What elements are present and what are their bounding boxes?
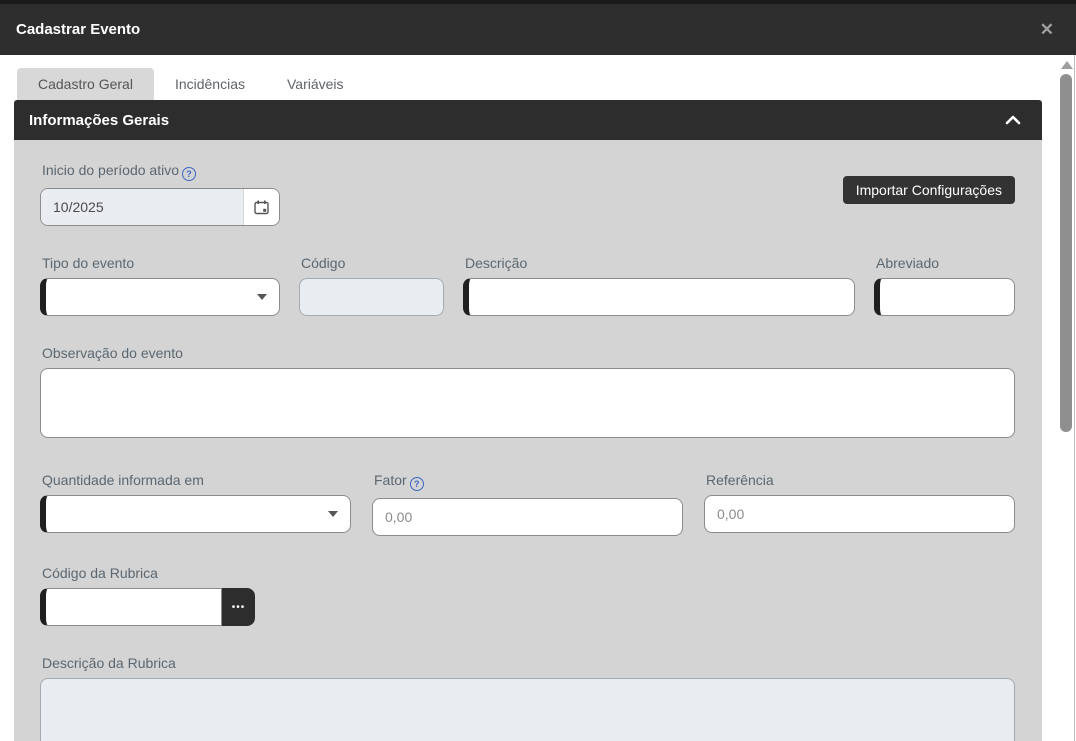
codigo-rubrica-field: Código da Rubrica ••• <box>40 565 255 626</box>
scrollbar[interactable] <box>1054 55 1076 741</box>
scrollbar-edge <box>1074 55 1075 741</box>
modal-content: Cadastro Geral Incidências Variáveis Inf… <box>0 55 1076 741</box>
codigo-field: Código <box>299 255 444 316</box>
codigo-input <box>299 278 444 316</box>
rubrica-lookup-button[interactable]: ••• <box>222 588 255 626</box>
date-value: 10/2025 <box>41 189 244 225</box>
tipo-evento-select-wrap <box>40 278 280 316</box>
form-row: Descrição da Rubrica <box>40 655 1015 741</box>
quantidade-field: Quantidade informada em <box>40 472 351 536</box>
form-row: Inicio do período ativo? 10/2025 Importa… <box>40 162 1015 226</box>
fator-field: Fator? <box>372 472 683 536</box>
form-row: Tipo do evento Código Descrição Abreviad… <box>40 255 1015 316</box>
import-configurations-button[interactable]: Importar Configurações <box>843 176 1015 204</box>
descricao-rubrica-field: Descrição da Rubrica <box>40 655 1015 741</box>
codigo-label: Código <box>301 255 444 271</box>
scrollbar-up-arrow-icon[interactable] <box>1061 61 1073 69</box>
tab-variaveis[interactable]: Variáveis <box>266 68 365 100</box>
abreviado-label: Abreviado <box>876 255 1015 271</box>
inicio-periodo-field: Inicio do período ativo? 10/2025 <box>40 162 280 226</box>
modal-header: Cadastrar Evento ✕ <box>0 4 1076 55</box>
codigo-rubrica-group: ••• <box>40 588 255 626</box>
date-input: 10/2025 <box>40 188 280 226</box>
section-title: Informações Gerais <box>29 112 1004 129</box>
close-icon[interactable]: ✕ <box>1034 17 1060 42</box>
descricao-rubrica-textarea <box>40 678 1015 741</box>
codigo-rubrica-label: Código da Rubrica <box>42 565 255 581</box>
abreviado-field: Abreviado <box>874 255 1015 316</box>
tipo-evento-label: Tipo do evento <box>42 255 280 271</box>
fator-label: Fator? <box>374 472 683 491</box>
inicio-periodo-label: Inicio do período ativo? <box>42 162 280 181</box>
tipo-evento-select[interactable] <box>40 278 280 316</box>
modal-title: Cadastrar Evento <box>16 21 1034 38</box>
fator-input[interactable] <box>372 498 683 536</box>
codigo-rubrica-input[interactable] <box>40 588 222 626</box>
form-row: Quantidade informada em Fator? Referênci… <box>40 472 1015 536</box>
quantidade-label: Quantidade informada em <box>42 472 351 488</box>
observacao-label: Observação do evento <box>42 345 1015 361</box>
form-row: Código da Rubrica ••• <box>40 565 1015 626</box>
section-header[interactable]: Informações Gerais <box>14 100 1042 140</box>
tipo-evento-field: Tipo do evento <box>40 255 280 316</box>
form-row: Observação do evento <box>40 345 1015 443</box>
descricao-input[interactable] <box>463 278 855 316</box>
descricao-rubrica-label: Descrição da Rubrica <box>42 655 1015 671</box>
referencia-input[interactable] <box>704 495 1015 533</box>
tab-cadastro-geral[interactable]: Cadastro Geral <box>17 68 154 100</box>
help-icon[interactable]: ? <box>182 167 196 181</box>
abreviado-input[interactable] <box>874 278 1015 316</box>
help-icon[interactable]: ? <box>410 477 424 491</box>
referencia-field: Referência <box>704 472 1015 536</box>
descricao-field: Descrição <box>463 255 855 316</box>
calendar-icon[interactable] <box>244 189 279 225</box>
tab-bar: Cadastro Geral Incidências Variáveis <box>14 55 1042 100</box>
tab-incidencias[interactable]: Incidências <box>154 68 266 100</box>
scrollbar-thumb[interactable] <box>1060 74 1072 432</box>
import-button-wrap: Importar Configurações <box>843 176 1015 226</box>
section-body: Inicio do período ativo? 10/2025 Importa… <box>14 140 1042 741</box>
observacao-textarea[interactable] <box>40 368 1015 438</box>
descricao-label: Descrição <box>465 255 855 271</box>
referencia-label: Referência <box>706 472 1015 488</box>
quantidade-select-wrap <box>40 495 351 533</box>
chevron-up-icon[interactable] <box>1004 113 1022 127</box>
quantidade-select[interactable] <box>40 495 351 533</box>
observacao-field: Observação do evento <box>40 345 1015 443</box>
